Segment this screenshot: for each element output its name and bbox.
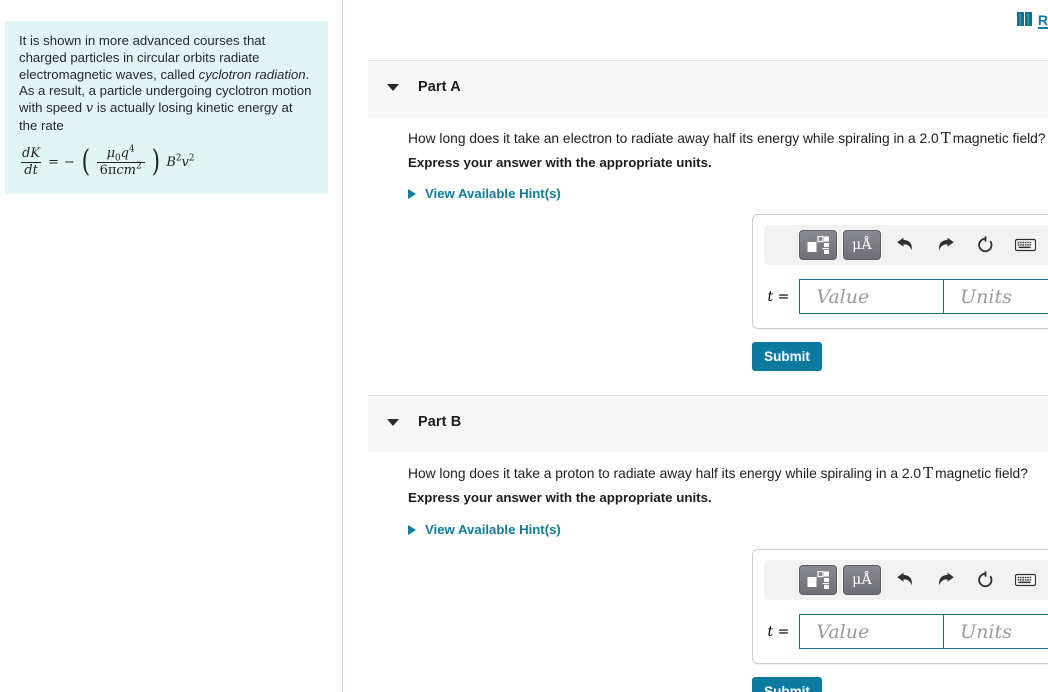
part-b-field-row: t = Value Units — [764, 614, 1048, 649]
part-a-question: How long does it take an electron to rad… — [408, 129, 1046, 147]
part-b-question: How long does it take a proton to radiat… — [408, 464, 1028, 482]
formula-rhs: B2v2 — [166, 153, 195, 170]
formula-six: 6 — [99, 162, 108, 178]
right-panel: R Part A How long does it take an electr… — [344, 0, 1048, 692]
part-a-question-text: How long does it take an electron to rad… — [408, 131, 939, 146]
caret-down-icon[interactable] — [387, 419, 399, 426]
part-a-value-input[interactable]: Value — [799, 279, 945, 314]
caret-right-icon — [408, 524, 416, 535]
part-b-toolbar: μÅ — [764, 560, 1048, 600]
reset-icon[interactable] — [967, 230, 1003, 260]
formula-lhs-denominator: dt — [21, 161, 41, 178]
part-b-question-text: How long does it take a proton to radiat… — [408, 466, 922, 481]
part-a-submit-button[interactable]: Submit — [752, 342, 822, 371]
math-template-icon[interactable] — [799, 230, 837, 260]
part-b-answer-box: μÅ t = Value Units — [752, 549, 1048, 664]
radiation-power-formula: dK dt = − ( μ0q4 6πcm2 ) B2v2 — [19, 144, 314, 180]
undo-icon[interactable] — [887, 565, 923, 595]
part-b-question-tail: magnetic field? — [935, 466, 1028, 481]
part-b-units-input[interactable]: Units — [943, 614, 1048, 649]
left-panel: It is shown in more advanced courses tha… — [0, 0, 343, 692]
formula-frac-denominator: 6πcm2 — [96, 161, 145, 178]
book-icon — [1016, 11, 1033, 31]
reset-icon[interactable] — [967, 565, 1003, 595]
units-button[interactable]: μÅ — [843, 565, 881, 595]
redo-icon[interactable] — [927, 230, 963, 260]
part-a-toolbar: μÅ — [764, 225, 1048, 265]
formula-mu: μ — [106, 145, 116, 161]
part-b-hints-toggle[interactable]: View Available Hint(s) — [408, 522, 561, 537]
redo-icon[interactable] — [927, 565, 963, 595]
formula-q: q — [120, 145, 129, 161]
formula-cm-exponent: 2 — [136, 161, 142, 172]
part-a-title: Part A — [418, 79, 461, 95]
keyboard-icon[interactable] — [1007, 230, 1043, 260]
review-bar: R — [1016, 10, 1048, 32]
formula-B: B — [166, 154, 176, 170]
intro-emphasis: cyclotron radiation — [198, 66, 306, 82]
part-b-var-t: t — [767, 623, 774, 640]
keyboard-icon[interactable] — [1007, 565, 1043, 595]
part-a-header[interactable]: Part A — [368, 60, 1048, 117]
page-root: It is shown in more advanced courses tha… — [0, 0, 1048, 692]
part-a-units-input[interactable]: Units — [943, 279, 1048, 314]
review-link[interactable]: R — [1037, 12, 1048, 30]
part-a-unit-tesla: T — [940, 129, 951, 147]
units-button[interactable]: μÅ — [843, 230, 881, 260]
formula-frac-numerator: μ0q4 — [104, 144, 138, 163]
problem-intro-box: It is shown in more advanced courses tha… — [5, 21, 328, 194]
formula-paren-open: ( — [81, 144, 90, 180]
caret-down-icon[interactable] — [387, 84, 399, 91]
formula-paren-close: ) — [151, 144, 160, 180]
part-b-instruction: Express your answer with the appropriate… — [408, 490, 712, 505]
part-b-value-input[interactable]: Value — [799, 614, 945, 649]
part-a-hints-toggle[interactable]: View Available Hint(s) — [408, 186, 561, 201]
part-a-var-t: t — [767, 288, 774, 305]
part-b-title: Part B — [418, 414, 462, 430]
part-a-equals: = — [777, 288, 790, 305]
undo-icon[interactable] — [887, 230, 923, 260]
part-a-answer-box: μÅ t = Value Units — [752, 214, 1048, 329]
part-b-submit-button[interactable]: Submit — [752, 677, 822, 692]
formula-coefficient-fraction: μ0q4 6πcm2 — [96, 144, 145, 178]
part-a-variable-label: t = — [764, 289, 799, 305]
part-b-variable-label: t = — [764, 624, 799, 640]
part-b-header[interactable]: Part B — [368, 395, 1048, 452]
caret-right-icon — [408, 188, 416, 199]
formula-v: v — [181, 154, 189, 170]
part-b-hints-label: View Available Hint(s) — [425, 522, 561, 537]
formula-equals: = — [48, 154, 59, 170]
formula-dk-dt: dK dt — [19, 145, 43, 178]
formula-q-exponent: 4 — [129, 144, 135, 155]
math-template-icon[interactable] — [799, 565, 837, 595]
formula-lhs-numerator: dK — [22, 145, 41, 161]
part-a-question-tail: magnetic field? — [952, 131, 1046, 146]
formula-v-exponent: 2 — [188, 153, 195, 164]
part-a-field-row: t = Value Units — [764, 279, 1048, 314]
part-b-equals: = — [777, 623, 790, 640]
formula-minus: − — [63, 154, 75, 170]
part-a-hints-label: View Available Hint(s) — [425, 186, 561, 201]
problem-intro-text: It is shown in more advanced courses tha… — [19, 33, 314, 135]
part-a-instruction: Express your answer with the appropriate… — [408, 155, 712, 170]
formula-cm: cm — [116, 162, 137, 178]
part-b-unit-tesla: T — [923, 464, 934, 482]
